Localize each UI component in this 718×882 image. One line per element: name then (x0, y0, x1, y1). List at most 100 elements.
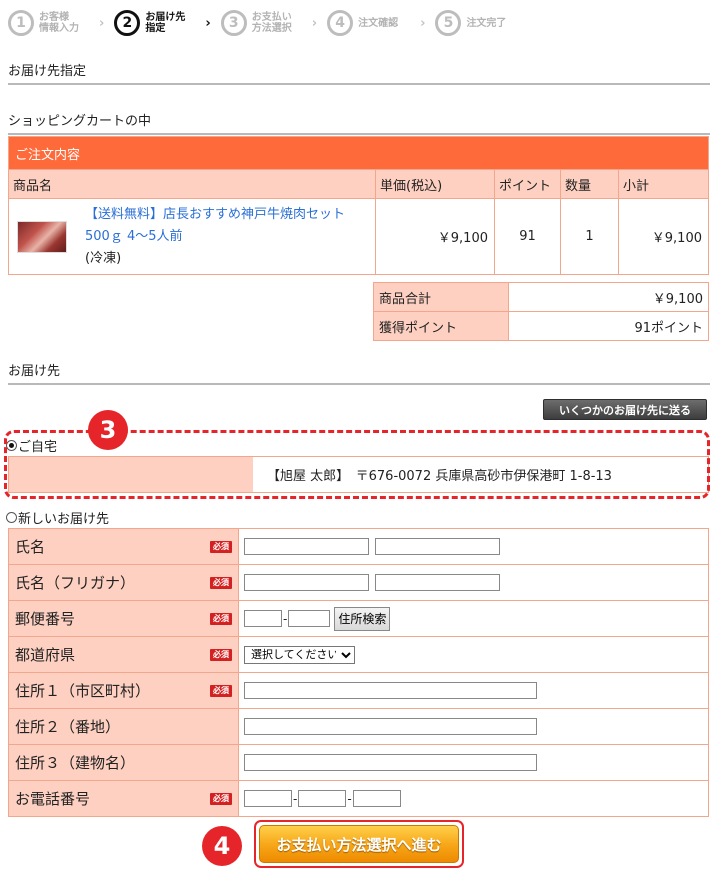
product-note: (冷凍) (85, 250, 122, 266)
points-label: 獲得ポイント (373, 311, 509, 341)
checkout-page: 1 お客様 情報入力 › 2 お届け先 指定 › 3 お支払い 方法選択 › 4… (0, 0, 718, 882)
item-subtotal: ￥9,100 (618, 198, 709, 275)
postal-label: 郵便番号 (15, 610, 76, 628)
address1-input[interactable] (244, 682, 537, 699)
phone-fields: -- (238, 780, 709, 817)
required-badge: 必須 (210, 612, 232, 625)
prefecture-select[interactable]: 選択してください (244, 645, 355, 664)
address2-input[interactable] (244, 718, 537, 735)
item-points: 91 (494, 198, 561, 275)
new-destination-label: 新しいお届け先 (18, 512, 110, 527)
last-name-input[interactable] (244, 538, 369, 555)
prefecture-label: 都道府県 (15, 646, 76, 664)
chevron-right-icon: › (205, 15, 211, 31)
new-destination-option[interactable]: 新しいお届け先 (6, 508, 109, 527)
phone-separator: - (347, 791, 352, 806)
first-name-kana-input[interactable] (375, 574, 500, 591)
item-qty: 1 (560, 198, 619, 275)
phone-separator: - (293, 791, 298, 806)
step-label: お客様 情報入力 (39, 12, 79, 34)
postal-label-cell: 郵便番号 必須 (8, 600, 239, 637)
step-destination: 2 お届け先 指定 › (114, 10, 220, 36)
points-value: 91ポイント (508, 311, 709, 341)
section-title-destination-spec: お届け先指定 (8, 60, 710, 85)
order-table: ご注文内容 商品名 単価(税込) ポイント 数量 小計 【送料無料】店長おすすめ… (8, 136, 709, 275)
required-badge: 必須 (210, 684, 232, 697)
phone-label-cell: お電話番号 必須 (8, 780, 239, 817)
step-payment: 3 お支払い 方法選択 › (220, 10, 327, 36)
step-number: 4 (327, 10, 354, 36)
postal-fields: - 住所検索 (238, 600, 709, 637)
kana-fields (238, 564, 709, 601)
addr2-label-cell: 住所２（番地） (8, 708, 239, 745)
phone-third-input[interactable] (352, 790, 401, 807)
addr3-label-cell: 住所３（建物名） (8, 744, 239, 781)
address3-input[interactable] (244, 754, 537, 771)
new-destination-form: 氏名 必須 氏名（フリガナ） 必須 郵便番号 必須 - 住所検索 都道府県 必須… (8, 528, 709, 817)
step-number: 2 (114, 10, 141, 36)
first-name-input[interactable] (375, 538, 500, 555)
chevron-right-icon: › (99, 15, 105, 31)
phone-label: お電話番号 (15, 790, 91, 808)
step-label: お支払い 方法選択 (251, 12, 292, 34)
last-name-kana-input[interactable] (244, 574, 369, 591)
step-label: 注文確認 (358, 17, 399, 29)
required-badge: 必須 (210, 792, 232, 805)
product-spec-link[interactable]: 500ｇ 4～5人前 (85, 226, 345, 248)
annotation-badge-3: 3 (88, 410, 128, 450)
unit-price: ￥9,100 (375, 198, 495, 275)
submit-highlight: お支払い方法選択へ進む (254, 820, 464, 868)
postal-second-input[interactable] (288, 610, 331, 627)
addr1-label: 住所１（市区町村） (15, 682, 151, 700)
name-label: 氏名 (15, 538, 46, 556)
header-product: 商品名 (8, 169, 376, 199)
proceed-to-payment-button[interactable]: お支払い方法選択へ進む (259, 825, 459, 863)
table-row: 【送料無料】店長おすすめ神戸牛焼肉セット 500ｇ 4～5人前 (冷凍) ￥9,… (8, 198, 709, 275)
addr3-label: 住所３（建物名） (15, 754, 136, 772)
step-number: 5 (435, 10, 462, 36)
chevron-right-icon: › (311, 15, 318, 31)
product-name-link[interactable]: 【送料無料】店長おすすめ神戸牛焼肉セット (85, 204, 345, 226)
phone-first-input[interactable] (244, 790, 292, 807)
total-label: 商品合計 (373, 282, 509, 312)
addr3-fields (238, 744, 709, 781)
step-label: 注文完了 (466, 17, 507, 29)
section-title-destination: お届け先 (8, 360, 710, 385)
name-label-cell: 氏名 必須 (8, 528, 239, 565)
multiple-destinations-button[interactable]: いくつかのお届け先に送る (543, 399, 707, 420)
step-complete: 5 注文完了 (435, 10, 524, 36)
header-qty: 数量 (560, 169, 619, 199)
prefecture-label-cell: 都道府県 必須 (8, 636, 239, 673)
required-badge: 必須 (210, 540, 232, 553)
required-badge: 必須 (210, 576, 232, 589)
step-label: お届け先 指定 (145, 12, 186, 34)
phone-second-input[interactable] (298, 790, 347, 807)
addr2-label: 住所２（番地） (15, 718, 121, 736)
kana-label-cell: 氏名（フリガナ） 必須 (8, 564, 239, 601)
step-confirm: 4 注文確認 › (327, 10, 435, 36)
new-destination-radio[interactable] (6, 512, 17, 523)
addr2-fields (238, 708, 709, 745)
address-search-button[interactable]: 住所検索 (334, 606, 391, 631)
addr1-fields (238, 672, 709, 709)
step-number: 3 (220, 10, 247, 36)
section-title-cart: ショッピングカートの中 (8, 110, 710, 135)
postal-first-input[interactable] (244, 610, 282, 627)
required-badge: 必須 (210, 648, 232, 661)
kana-label: 氏名（フリガナ） (15, 574, 136, 592)
order-table-caption: ご注文内容 (8, 136, 709, 170)
step-customer-info: 1 お客様 情報入力 › (8, 10, 114, 36)
checkout-steps: 1 お客様 情報入力 › 2 お届け先 指定 › 3 お支払い 方法選択 › 4… (8, 6, 524, 40)
addr1-label-cell: 住所１（市区町村） 必須 (8, 672, 239, 709)
product-cell: 【送料無料】店長おすすめ神戸牛焼肉セット 500ｇ 4～5人前 (冷凍) (8, 198, 376, 275)
chevron-right-icon: › (420, 15, 426, 31)
header-subtotal: 小計 (618, 169, 709, 199)
product-thumbnail[interactable] (17, 220, 67, 253)
header-points: ポイント (494, 169, 561, 199)
postal-separator: - (283, 611, 288, 626)
annotation-badge-4: 4 (202, 826, 242, 866)
total-value: ￥9,100 (508, 282, 709, 312)
header-unit-price: 単価(税込) (375, 169, 495, 199)
prefecture-fields: 選択してください (238, 636, 709, 673)
totals-table: 商品合計 ￥9,100 獲得ポイント 91ポイント (373, 282, 709, 341)
